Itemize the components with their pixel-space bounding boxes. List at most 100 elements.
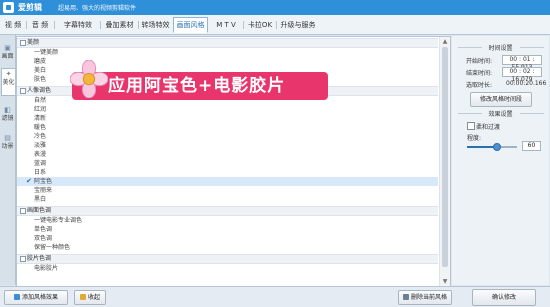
- list-item[interactable]: 蓝调: [17, 159, 438, 168]
- list-item[interactable]: 黑白: [17, 195, 438, 204]
- list-item[interactable]: 保留一种颜色: [17, 243, 438, 252]
- bottom-toolbar: 添加风格效果 收起 删除当前风格 确认修改: [0, 286, 550, 307]
- tab-picture-style[interactable]: 画面风格: [173, 17, 208, 33]
- motion-icon: ▤: [4, 134, 11, 142]
- caption-banner-text: 应用阿宝色+电影胶片: [108, 76, 286, 96]
- menu-divider: [54, 21, 55, 29]
- tab-overlay-material[interactable]: 叠加素材: [102, 18, 137, 32]
- list-item-label: 淡雅: [34, 142, 47, 149]
- tab-beautify-label: 美化: [2, 79, 15, 86]
- list-item-label: 表漫: [34, 151, 47, 158]
- scrollbar-thumb[interactable]: [442, 47, 448, 267]
- list-item-label: 保留一种颜色: [34, 244, 71, 251]
- add-style-button[interactable]: 添加风格效果: [4, 290, 68, 305]
- list-item[interactable]: 一键电影专业调色: [17, 216, 438, 225]
- list-item-label: 自然: [34, 97, 47, 104]
- checkmark-icon: ✔: [26, 177, 32, 185]
- tab-subtitle-effects[interactable]: 字幕特效: [57, 18, 99, 32]
- app-name: 爱剪辑: [18, 3, 42, 12]
- list-item-selected[interactable]: ✔ 阿宝色: [17, 177, 438, 186]
- style-category-tabs: ▣ 画面 ✦ 美化 ◧ 滤镜 ▤ 动景: [0, 35, 16, 285]
- collapse-toggle-icon[interactable]: [20, 88, 26, 94]
- list-item-label: 阿宝色: [34, 178, 53, 185]
- group-header-beauty[interactable]: 美颜: [17, 38, 438, 48]
- menu-divider: [243, 21, 244, 29]
- filter-icon: ◧: [4, 106, 11, 114]
- tab-picture[interactable]: ▣ 画面: [1, 43, 14, 61]
- picture-icon: ▣: [4, 44, 11, 52]
- modify-time-button[interactable]: 修改风格时间段: [470, 92, 532, 107]
- tab-filter[interactable]: ◧ 滤镜: [1, 105, 14, 123]
- group-header-picture-tone[interactable]: 画面色调: [17, 206, 438, 216]
- slider-handle[interactable]: [493, 143, 501, 151]
- list-item[interactable]: 宝丽来: [17, 186, 438, 195]
- add-style-label: 添加风格效果: [21, 294, 58, 301]
- group-header-film-tone[interactable]: 胶片色调: [17, 254, 438, 264]
- list-item-label: 一键美颜: [34, 49, 59, 56]
- duration-value: 00:00:20.166: [506, 80, 547, 87]
- list-item-label: 清新: [34, 115, 47, 122]
- degree-value-input[interactable]: 60: [522, 141, 541, 151]
- app-logo-icon: [3, 2, 14, 13]
- list-item-label: 美白: [34, 67, 47, 74]
- favorite-button[interactable]: 收起: [74, 290, 106, 305]
- list-item[interactable]: 双色调: [17, 234, 438, 243]
- end-time-label: 结束时间:: [466, 70, 493, 77]
- group-label: 美颜: [27, 39, 40, 46]
- tab-beautify[interactable]: ✦ 美化: [1, 68, 15, 96]
- list-item-label: 单色调: [34, 226, 53, 233]
- collapse-toggle-icon[interactable]: [20, 208, 26, 214]
- confirm-button[interactable]: 确认修改: [472, 289, 536, 306]
- settings-panel: 时间设置 开始时间: 00 : 01 : 55.913 结束时间: 00 : 0…: [452, 36, 549, 285]
- delete-style-button[interactable]: 删除当前风格: [398, 290, 452, 305]
- list-item[interactable]: 红润: [17, 105, 438, 114]
- list-item-label: 黑白: [34, 196, 47, 203]
- tab-picture-label: 画面: [1, 53, 14, 60]
- tab-audio[interactable]: 音 频: [28, 18, 52, 32]
- list-scrollbar[interactable]: ▲ ▼: [439, 37, 450, 286]
- list-item-label: 日系: [34, 169, 47, 176]
- favorite-label: 收起: [87, 294, 100, 301]
- soft-transition-checkbox[interactable]: [467, 122, 475, 130]
- group-label: 画面色调: [27, 207, 52, 214]
- tab-transition-effects[interactable]: 转场特效: [139, 18, 172, 32]
- tab-motion-label: 动景: [1, 143, 14, 150]
- group-label: 胶片色调: [27, 255, 52, 262]
- list-item-label: 冷色: [34, 133, 47, 140]
- list-item-label: 磨皮: [34, 58, 47, 65]
- soft-transition-label: 柔和过渡: [476, 124, 501, 131]
- menu-divider: [26, 21, 27, 29]
- scroll-up-icon[interactable]: ▲: [440, 37, 450, 46]
- list-item[interactable]: 电影胶片: [17, 264, 438, 273]
- list-item[interactable]: 冷色: [17, 132, 438, 141]
- list-item[interactable]: 淡雅: [17, 141, 438, 150]
- tab-mtv[interactable]: M T V: [210, 18, 242, 32]
- divider: [520, 113, 544, 114]
- tab-motion[interactable]: ▤ 动景: [1, 133, 14, 151]
- tab-karaoke[interactable]: 卡拉OK: [245, 18, 275, 32]
- collapse-toggle-icon[interactable]: [20, 40, 26, 46]
- list-item-label: 双色调: [34, 235, 53, 242]
- list-item-label: 宝丽来: [34, 187, 53, 194]
- tab-video[interactable]: 视 频: [2, 18, 24, 32]
- delete-icon: [402, 294, 409, 300]
- list-item[interactable]: 清新: [17, 114, 438, 123]
- caption-banner: 应用阿宝色+电影胶片: [70, 60, 328, 100]
- start-time-field[interactable]: 00 : 01 : 55.913: [502, 55, 542, 71]
- flower-icon: [70, 60, 108, 98]
- list-item[interactable]: 一键美颜: [17, 48, 438, 57]
- scroll-down-icon[interactable]: ▼: [440, 277, 450, 286]
- list-item[interactable]: 日系: [17, 168, 438, 177]
- list-item-label: 一键电影专业调色: [34, 217, 83, 224]
- end-time-field[interactable]: 00 : 02 : 16.079: [502, 67, 542, 83]
- collapse-toggle-icon[interactable]: [20, 256, 26, 262]
- tab-upgrade-service[interactable]: 升级与服务: [278, 18, 318, 32]
- list-item[interactable]: 单色调: [17, 225, 438, 234]
- list-item-label: 肤色: [34, 76, 47, 83]
- list-item[interactable]: 暖色: [17, 123, 438, 132]
- title-bar: 爱剪辑 超易用、强大的视频剪辑软件: [0, 0, 550, 15]
- list-item-label: 红润: [34, 106, 47, 113]
- tab-filter-label: 滤镜: [1, 115, 14, 122]
- list-item[interactable]: 表漫: [17, 150, 438, 159]
- degree-slider[interactable]: [467, 143, 517, 151]
